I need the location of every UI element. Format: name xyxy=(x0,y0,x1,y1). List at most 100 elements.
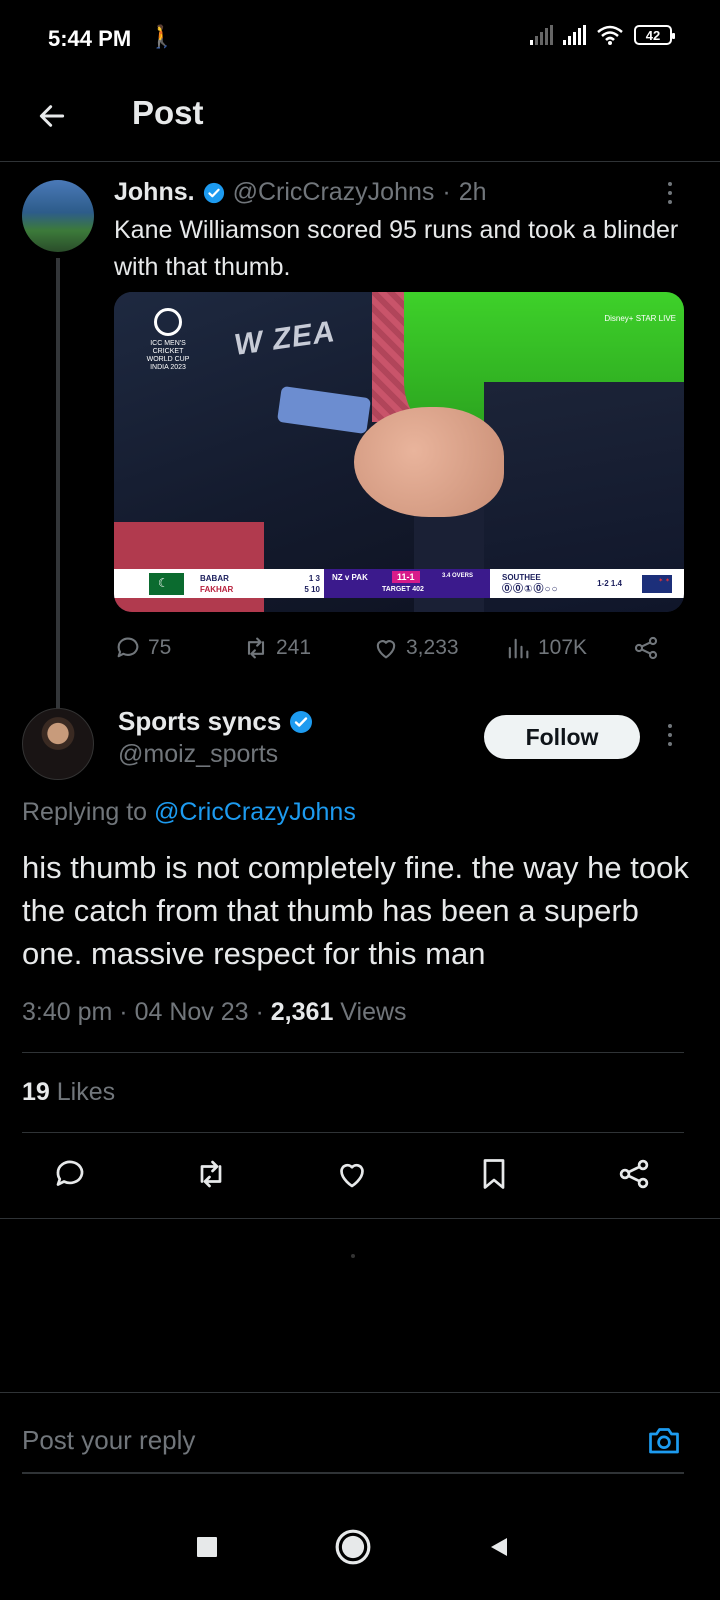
divider xyxy=(22,1132,684,1133)
new-zealand-flag-icon xyxy=(642,574,672,593)
reply-icon xyxy=(117,637,139,658)
square-icon xyxy=(197,1537,217,1557)
post-metadata: 3:40 pm · 04 Nov 23 · 2,361 Views xyxy=(22,998,407,1026)
reply-text: his thumb is not completely fine. the wa… xyxy=(22,850,689,971)
like-count: 3,233 xyxy=(406,636,459,659)
composer-underline xyxy=(22,1472,684,1474)
reply-post-actions xyxy=(0,1152,720,1202)
teams: NZ v PAK xyxy=(332,573,368,582)
repost-count: 241 xyxy=(276,636,312,659)
share-icon xyxy=(634,636,658,660)
likes-count: 19 xyxy=(22,1078,50,1106)
views-button[interactable]: 107K xyxy=(504,634,587,662)
author-name[interactable]: Johns. xyxy=(114,178,195,207)
reply-button[interactable] xyxy=(48,1152,92,1196)
thread-connector xyxy=(56,258,60,718)
more-options-icon[interactable] xyxy=(660,182,680,204)
author-name[interactable]: Sports syncs xyxy=(118,706,281,737)
avatar[interactable] xyxy=(22,708,94,780)
batter-1-score: 1 3 xyxy=(308,573,320,583)
repost-icon xyxy=(247,637,265,659)
page-title: Post xyxy=(132,94,204,131)
repost-button[interactable]: 241 xyxy=(242,634,311,662)
avatar[interactable] xyxy=(22,180,94,252)
camera-icon xyxy=(649,1428,679,1454)
share-button[interactable] xyxy=(612,1152,656,1196)
batter-2: FAKHAR xyxy=(200,584,234,594)
bookmark-icon xyxy=(483,1159,505,1189)
post-actions: 75 241 3,233 107K xyxy=(114,634,684,674)
wifi-icon xyxy=(597,25,623,45)
author-handle[interactable]: @moiz_sports xyxy=(118,740,278,769)
follow-button[interactable]: Follow xyxy=(484,715,640,759)
batters: BABAR FAKHAR xyxy=(200,573,280,595)
home-button[interactable] xyxy=(328,1522,378,1572)
total-score: 11-1 xyxy=(392,571,420,583)
divider xyxy=(22,1052,684,1053)
system-navigation-bar xyxy=(0,1490,720,1600)
media-hands xyxy=(354,407,504,517)
divider xyxy=(0,1218,720,1219)
post-time: 3:40 pm xyxy=(22,998,113,1026)
reply-input[interactable] xyxy=(22,1420,582,1460)
more-options-icon[interactable] xyxy=(660,724,680,746)
post-text: Kane Williamson scored 95 runs and took … xyxy=(114,216,679,281)
heart-icon xyxy=(376,640,396,659)
analytics-icon xyxy=(508,638,529,659)
signal-icon xyxy=(530,25,553,45)
logo-text: ICC MEN'S CRICKET WORLD CUP INDIA 2023 xyxy=(146,340,190,371)
post-header: Johns. @CricCrazyJohns · 2h xyxy=(114,178,487,207)
verified-badge-icon xyxy=(290,710,313,733)
repost-button[interactable] xyxy=(189,1152,233,1196)
post-date: 04 Nov 23 xyxy=(134,998,249,1026)
batter-scores: 1 3 5 10 xyxy=(280,573,320,595)
post-age[interactable]: 2h xyxy=(459,178,487,207)
share-button[interactable] xyxy=(632,634,660,662)
match-score: NZ v PAK 11-1 3.4 OVERS TARGET 402 xyxy=(324,569,490,598)
reply-button[interactable]: 75 xyxy=(114,634,171,662)
back-nav-button[interactable] xyxy=(474,1522,524,1572)
replying-prefix: Replying to xyxy=(22,798,148,826)
bowler: SOUTHEE ⓪⓪①⓪○○ xyxy=(502,572,592,596)
separator-dot: · xyxy=(442,178,451,206)
loading-dot xyxy=(351,1254,355,1258)
media-chair xyxy=(114,522,264,612)
bookmark-button[interactable] xyxy=(472,1152,516,1196)
like-button[interactable] xyxy=(330,1152,374,1196)
composer-divider xyxy=(0,1392,720,1393)
heart-icon xyxy=(340,1163,364,1188)
like-button[interactable]: 3,233 xyxy=(372,634,459,662)
reply-icon xyxy=(56,1160,84,1186)
recents-button[interactable] xyxy=(182,1522,232,1572)
ball-tracker: ⓪⓪①⓪○○ xyxy=(502,583,559,595)
channel-logo: Disney+ STAR LIVE xyxy=(604,314,676,323)
author-handle[interactable]: @CricCrazyJohns xyxy=(233,178,435,207)
camera-button[interactable] xyxy=(642,1418,686,1462)
triangle-back-icon xyxy=(491,1538,507,1556)
activity-icon: 🚶 xyxy=(148,24,176,49)
circle-icon xyxy=(335,1529,371,1565)
share-icon xyxy=(619,1159,649,1189)
scoreboard: BABAR FAKHAR 1 3 5 10 NZ v PAK 11-1 3.4 … xyxy=(114,569,684,598)
status-bar: 5:44 PM 🚶 42 xyxy=(0,0,720,80)
battery-icon: 42 xyxy=(634,25,675,45)
likes-summary[interactable]: 19 Likes xyxy=(22,1078,115,1107)
status-icons: 42 xyxy=(530,24,675,46)
views-count[interactable]: 2,361 xyxy=(271,998,334,1026)
views-label: Views xyxy=(340,998,407,1026)
target: TARGET 402 xyxy=(382,586,424,593)
replying-to-link[interactable]: @CricCrazyJohns xyxy=(154,798,356,826)
arrow-left-icon xyxy=(39,105,65,127)
batter-2-score: 5 10 xyxy=(304,584,320,594)
bowler-name: SOUTHEE xyxy=(502,572,541,582)
likes-label: Likes xyxy=(56,1078,116,1106)
overs: 3.4 OVERS xyxy=(442,573,474,579)
pakistan-flag-icon xyxy=(138,572,184,595)
replying-to: Replying to @CricCrazyJohns xyxy=(22,798,356,827)
reply-count: 75 xyxy=(148,636,172,659)
verified-badge-icon xyxy=(203,182,224,203)
back-button[interactable] xyxy=(30,94,74,138)
status-time: 5:44 PM xyxy=(48,26,132,51)
batter-1: BABAR xyxy=(200,573,229,583)
post-media-image[interactable]: ICC MEN'S CRICKET WORLD CUP INDIA 2023 W… xyxy=(114,292,684,612)
